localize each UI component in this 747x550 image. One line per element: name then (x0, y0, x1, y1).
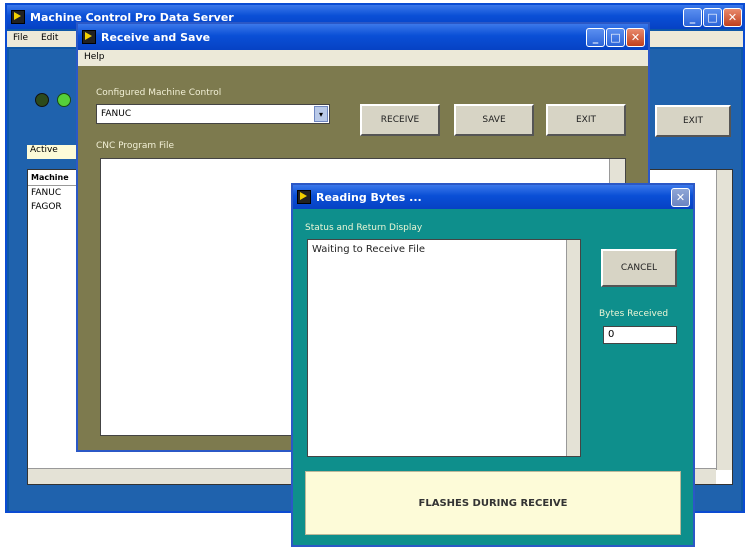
table-row[interactable]: FAGOR (28, 202, 78, 216)
bytes-received-label: Bytes Received (599, 309, 669, 319)
machine-control-value: FANUC (101, 109, 132, 119)
status-label: Status and Return Display (305, 223, 423, 233)
table-header: Machine (28, 170, 78, 186)
program-file-label: CNC Program File (96, 141, 175, 151)
minimize-icon[interactable]: _ (586, 28, 605, 47)
status-led-off (35, 93, 49, 107)
receive-save-titlebar[interactable]: Receive and Save _ □ ✕ (78, 24, 648, 50)
menu-help[interactable]: Help (84, 52, 105, 62)
table-row[interactable]: FANUC (28, 188, 78, 202)
reading-bytes-titlebar[interactable]: Reading Bytes ... ✕ (293, 185, 693, 209)
active-tab[interactable]: Active (27, 145, 81, 159)
control-label: Configured Machine Control (96, 88, 222, 98)
close-icon[interactable]: ✕ (626, 28, 645, 47)
status-text: Waiting to Receive File (312, 244, 425, 255)
chevron-down-icon[interactable]: ▾ (314, 106, 328, 122)
menu-file[interactable]: File (13, 33, 28, 43)
reading-bytes-title: Reading Bytes ... (316, 190, 422, 204)
reading-bytes-dialog: Reading Bytes ... ✕ Status and Return Di… (291, 183, 695, 547)
exit-button[interactable]: EXIT (655, 105, 731, 137)
status-display[interactable]: Waiting to Receive File (307, 239, 581, 457)
vertical-scrollbar[interactable] (716, 170, 732, 470)
vertical-scrollbar[interactable] (566, 240, 580, 456)
machine-control-select[interactable]: FANUC ▾ (96, 104, 330, 124)
labview-app-icon (82, 30, 96, 44)
close-icon[interactable]: ✕ (723, 8, 742, 27)
maximize-icon[interactable]: □ (606, 28, 625, 47)
bytes-received-field: 0 (603, 326, 677, 344)
receive-save-title: Receive and Save (101, 30, 211, 44)
exit-button[interactable]: EXIT (546, 104, 626, 136)
receive-button[interactable]: RECEIVE (360, 104, 440, 136)
cancel-button[interactable]: CANCEL (601, 249, 677, 287)
menu-edit[interactable]: Edit (41, 33, 58, 43)
labview-app-icon (11, 10, 25, 24)
receive-save-menubar: Help (78, 50, 648, 66)
maximize-icon[interactable]: □ (703, 8, 722, 27)
status-led-on (57, 93, 71, 107)
close-icon[interactable]: ✕ (671, 188, 690, 207)
labview-app-icon (297, 190, 311, 204)
save-button[interactable]: SAVE (454, 104, 534, 136)
minimize-icon[interactable]: _ (683, 8, 702, 27)
receive-banner: FLASHES DURING RECEIVE (305, 471, 681, 535)
